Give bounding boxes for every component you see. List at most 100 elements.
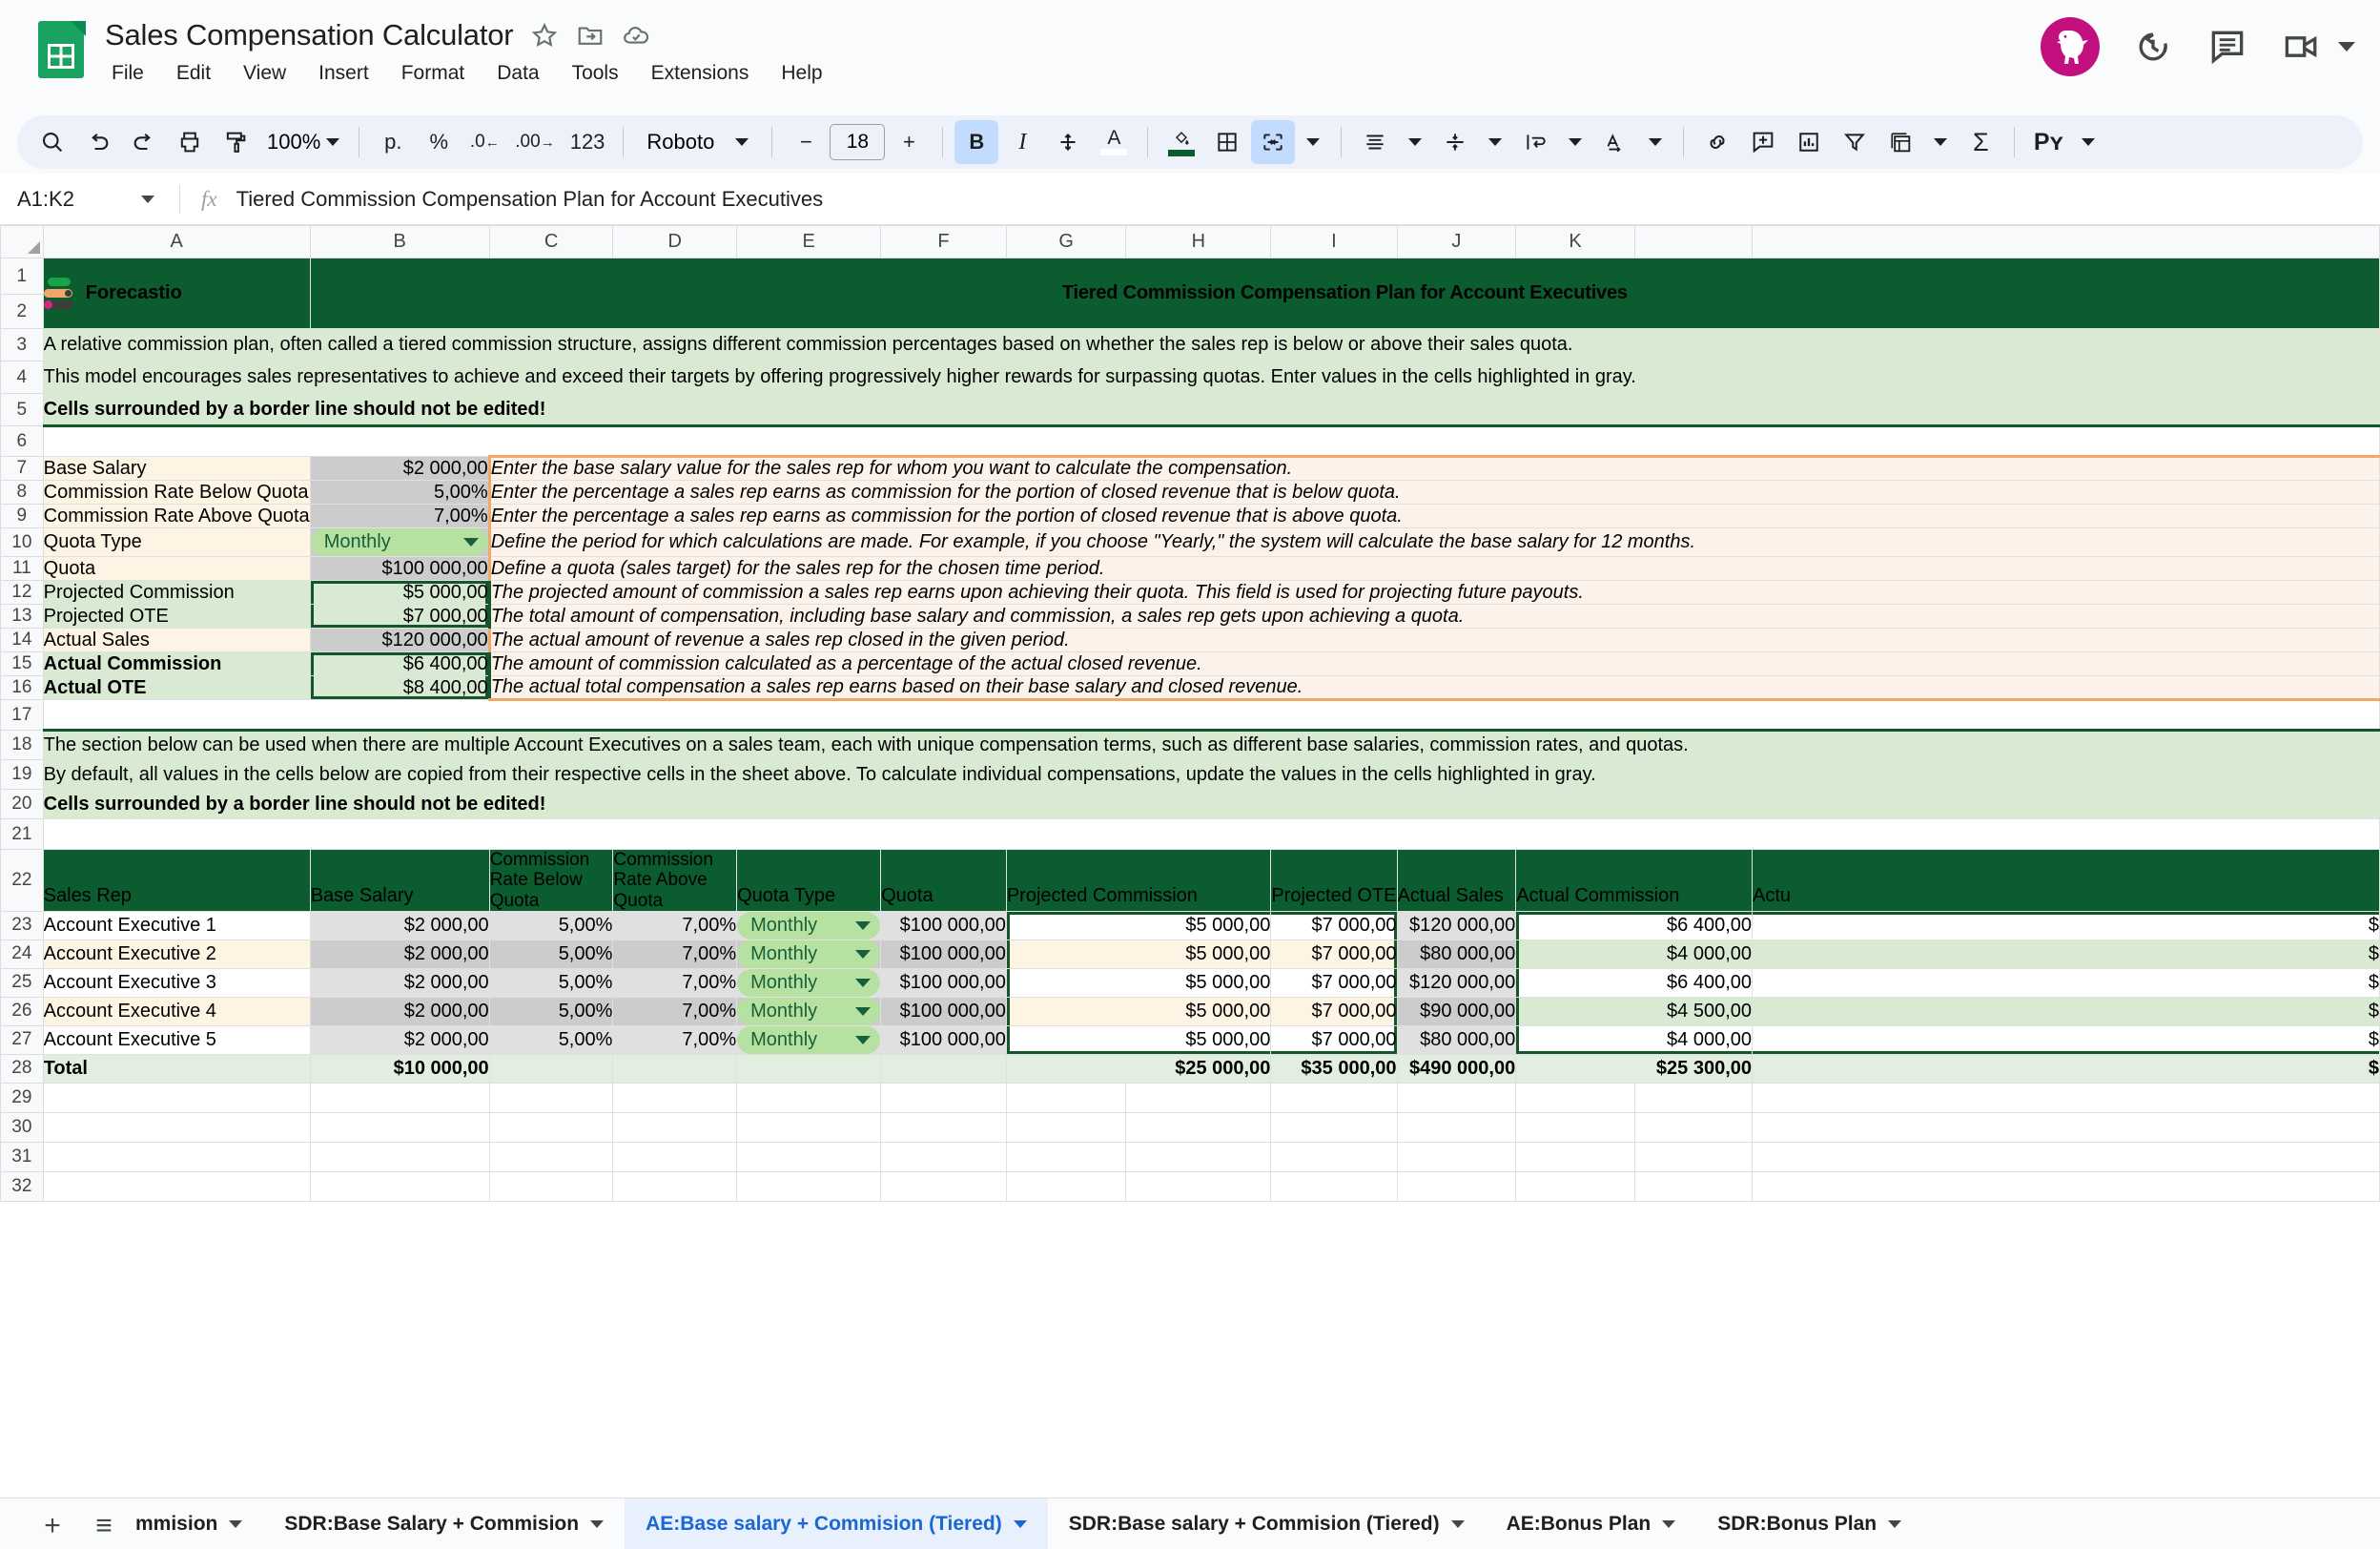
row-header-1[interactable]: 1 [1, 258, 44, 295]
chevron-down-icon[interactable] [1649, 138, 1662, 146]
cell-sales-rep[interactable]: Account Executive 1 [43, 911, 310, 940]
empty-cell[interactable] [1634, 1083, 1752, 1112]
cell-actual-sales[interactable]: $80 000,00 [1397, 940, 1516, 968]
col-header-D[interactable]: D [613, 226, 737, 258]
empty-cell[interactable] [310, 1171, 489, 1201]
empty-cell[interactable] [1271, 1112, 1397, 1142]
param-label[interactable]: Actual OTE [43, 676, 310, 700]
quota-type-dropdown[interactable]: Monthly [737, 1026, 880, 1054]
version-history-icon[interactable] [2132, 26, 2174, 68]
row-header-18[interactable]: 18 [1, 731, 44, 760]
cell-base-salary[interactable]: $2 000,00 [310, 940, 489, 968]
row-header-31[interactable]: 31 [1, 1142, 44, 1171]
empty-cell[interactable] [1126, 1171, 1271, 1201]
cell-quota[interactable]: $100 000,00 [881, 968, 1007, 997]
cell-actual-ote[interactable]: $ [1753, 968, 2380, 997]
menu-format[interactable]: Format [397, 59, 470, 88]
empty-cell[interactable] [737, 1171, 881, 1201]
row-header-24[interactable]: 24 [1, 940, 44, 968]
borders-icon[interactable] [1205, 120, 1249, 164]
table-row[interactable]: 26 Account Executive 4 $2 000,00 5,00% 7… [1, 997, 2380, 1025]
param-label[interactable]: Projected Commission [43, 581, 310, 605]
param-value-locked[interactable]: $7 000,00 [310, 605, 489, 629]
chevron-down-icon[interactable] [141, 196, 154, 203]
param-label[interactable]: Actual Commission [43, 652, 310, 676]
col-header-B[interactable]: B [310, 226, 489, 258]
empty-cell[interactable] [1634, 1112, 1752, 1142]
param-value-locked[interactable]: $6 400,00 [310, 652, 489, 676]
empty-cell[interactable] [1753, 1112, 2380, 1142]
chevron-down-icon[interactable] [1662, 1520, 1675, 1528]
empty-cell[interactable] [310, 1083, 489, 1112]
cell-base-salary[interactable]: $2 000,00 [310, 968, 489, 997]
param-value[interactable]: $2 000,00 [310, 457, 489, 481]
cell-actual-commission[interactable]: $4 500,00 [1516, 997, 1753, 1025]
empty-cell[interactable] [1006, 1112, 1126, 1142]
row-header-19[interactable]: 19 [1, 760, 44, 790]
document-title[interactable]: Sales Compensation Calculator [105, 18, 513, 52]
sheet-tab-1[interactable]: SDR:Base Salary + Commision [263, 1498, 625, 1549]
row-header-28[interactable]: 28 [1, 1054, 44, 1083]
empty-cell[interactable] [43, 1083, 310, 1112]
cell-base-salary[interactable]: $2 000,00 [310, 911, 489, 940]
formula-input[interactable]: Tiered Commission Compensation Plan for … [236, 187, 823, 212]
row-header-29[interactable]: 29 [1, 1083, 44, 1112]
menu-extensions[interactable]: Extensions [646, 59, 754, 88]
row-header-10[interactable]: 10 [1, 528, 44, 557]
empty-cell[interactable] [1006, 1171, 1126, 1201]
cell-proj-commission[interactable]: $5 000,00 [1006, 968, 1271, 997]
cell-proj-commission[interactable]: $5 000,00 [1006, 1025, 1271, 1054]
col-header-G[interactable]: G [1006, 226, 1126, 258]
cell-quota[interactable]: $100 000,00 [881, 997, 1007, 1025]
empty-cell[interactable] [1126, 1083, 1271, 1112]
param-value[interactable]: $100 000,00 [310, 557, 489, 581]
sheet-tab-3[interactable]: SDR:Base salary + Commision (Tiered) [1048, 1498, 1486, 1549]
cell-quota[interactable]: $100 000,00 [881, 1025, 1007, 1054]
insert-chart-icon[interactable] [1787, 120, 1831, 164]
row-header-26[interactable]: 26 [1, 997, 44, 1025]
increase-decimal-button[interactable]: .00→ [508, 120, 561, 164]
cell-quota-type[interactable]: Monthly [737, 911, 881, 940]
text-wrap-icon[interactable] [1513, 120, 1557, 164]
cell-proj-ote[interactable]: $7 000,00 [1271, 1025, 1397, 1054]
row-header-4[interactable]: 4 [1, 361, 44, 394]
empty-cell[interactable] [1516, 1142, 1635, 1171]
cell-comm-above[interactable]: 7,00% [613, 997, 737, 1025]
empty-cell[interactable] [1753, 1083, 2380, 1112]
cell-proj-commission[interactable]: $5 000,00 [1006, 940, 1271, 968]
row-header-9[interactable]: 9 [1, 505, 44, 528]
param-value-locked[interactable]: $8 400,00 [310, 676, 489, 700]
cell-quota[interactable]: $100 000,00 [881, 940, 1007, 968]
cloud-saved-icon[interactable] [622, 21, 650, 50]
insert-link-icon[interactable] [1695, 120, 1739, 164]
cell-actual-sales[interactable]: $80 000,00 [1397, 1025, 1516, 1054]
cell-actual-ote[interactable]: $ [1753, 911, 2380, 940]
cell-sales-rep[interactable]: Account Executive 5 [43, 1025, 310, 1054]
cell-comm-below[interactable]: 5,00% [489, 968, 613, 997]
table-row[interactable]: 23 Account Executive 1 $2 000,00 5,00% 7… [1, 911, 2380, 940]
star-icon[interactable] [530, 21, 559, 50]
empty-cell[interactable] [1516, 1083, 1635, 1112]
text-color-button[interactable]: A [1092, 120, 1136, 164]
intro-line-3[interactable]: Cells surrounded by a border line should… [43, 394, 2379, 426]
cell-base-salary[interactable]: $2 000,00 [310, 997, 489, 1025]
cell-proj-ote[interactable]: $7 000,00 [1271, 911, 1397, 940]
cell-comm-above[interactable]: 7,00% [613, 940, 737, 968]
param-value[interactable]: 5,00% [310, 481, 489, 505]
empty-cell[interactable] [1006, 1083, 1126, 1112]
chevron-down-icon[interactable] [1488, 138, 1502, 146]
meet-camera-icon[interactable] [2281, 26, 2323, 68]
row-header-25[interactable]: 25 [1, 968, 44, 997]
empty-cell[interactable] [1271, 1142, 1397, 1171]
menu-tools[interactable]: Tools [567, 59, 624, 88]
row-header-8[interactable]: 8 [1, 481, 44, 505]
italic-button[interactable]: I [1000, 120, 1044, 164]
section2-line-2[interactable]: By default, all values in the cells belo… [43, 760, 2379, 790]
menu-file[interactable]: File [107, 59, 149, 88]
empty-cell[interactable] [43, 1171, 310, 1201]
percent-format-button[interactable]: % [417, 120, 461, 164]
empty-cell[interactable] [1753, 1171, 2380, 1201]
row-header-12[interactable]: 12 [1, 581, 44, 605]
menu-view[interactable]: View [238, 59, 291, 88]
paint-format-icon[interactable] [214, 120, 257, 164]
